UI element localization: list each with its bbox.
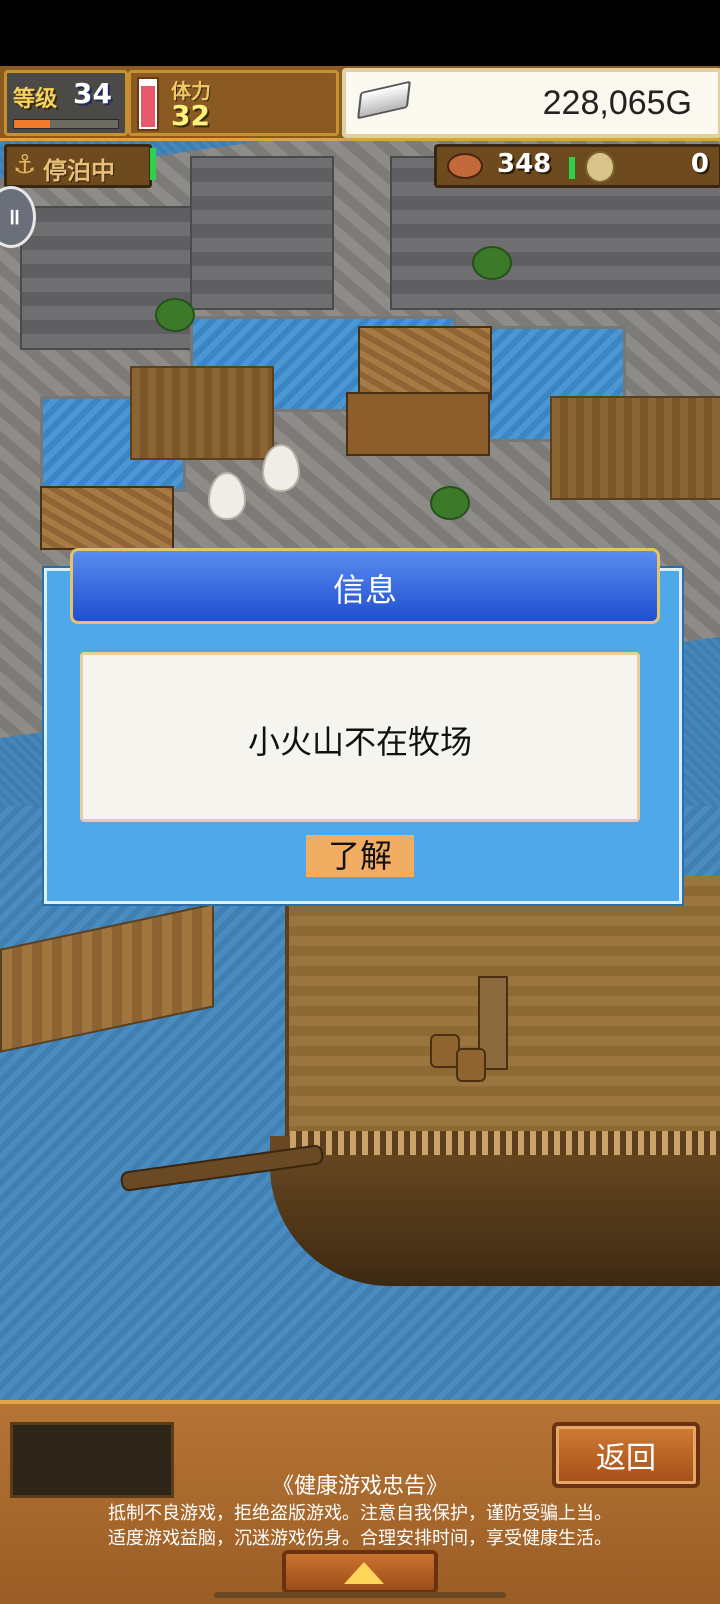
stamina-panel[interactable]: 体力 32 [128, 70, 339, 136]
silver-ingot-icon [357, 80, 411, 120]
dialog-message-box: 小火山不在牧场 [80, 652, 640, 822]
home-indicator [214, 1592, 506, 1598]
ship-rail [290, 1131, 720, 1155]
shop-building[interactable] [346, 392, 490, 456]
coin-icon [585, 151, 615, 183]
hut-roof [40, 486, 174, 550]
barrel [456, 1048, 486, 1082]
dialog-title-bar: 信息 [70, 548, 660, 624]
level-label: 等级 [13, 87, 58, 112]
health-notice-line: 适度游戏益脑，沉迷游戏伤身。合理安排时间，享受健康生活。 [108, 1528, 612, 1549]
bottom-panel: 返回 《健康游戏忠告》 抵制不良游戏，拒绝盗版游戏。注意自我保护，谨防受骗上当。… [0, 1400, 720, 1604]
mooring-status[interactable]: ⚓ 停泊中 [4, 144, 152, 188]
coin-count: 0 [690, 149, 709, 179]
dialog-message: 小火山不在牧场 [247, 723, 472, 761]
health-notice-title: 《健康游戏忠告》 [271, 1474, 448, 1499]
level-panel[interactable]: 等级 34 [4, 70, 128, 136]
anchor-icon: ⚓ [13, 150, 37, 180]
bush [155, 298, 195, 332]
ok-button[interactable]: 了解 [306, 835, 414, 877]
ship-hull [270, 1136, 720, 1286]
bush [430, 486, 470, 520]
resource-panel[interactable]: 348 0 [434, 144, 720, 188]
level-value: 34 [73, 77, 112, 110]
money-value: 228,065G [542, 84, 692, 122]
money-panel[interactable]: 228,065G [342, 68, 720, 138]
meat-icon [447, 153, 483, 179]
food-count: 348 [497, 149, 552, 179]
dialog-title: 信息 [332, 571, 397, 609]
mooring-label: 停泊中 [43, 157, 115, 185]
bush [472, 246, 512, 280]
wooden-deck [130, 366, 274, 460]
triangle-up-icon [344, 1562, 384, 1584]
health-notice-line: 抵制不良游戏，拒绝盗版游戏。注意自我保护，谨防受骗上当。 [108, 1503, 612, 1524]
level-progress-bar [13, 119, 119, 129]
stamina-gauge-fill [141, 85, 155, 127]
expand-menu-button[interactable] [282, 1550, 438, 1594]
pause-icon: ॥ [7, 205, 21, 230]
shop-roof [358, 326, 492, 400]
status-row: ⚓ 停泊中 348 0 [0, 142, 720, 188]
mooring-indicator [150, 148, 156, 180]
status-bar [0, 0, 720, 66]
food-indicator [569, 157, 575, 179]
level-progress-fill [14, 120, 51, 128]
stamina-value: 32 [171, 99, 210, 132]
stamina-gauge [137, 77, 159, 131]
wooden-deck [550, 396, 720, 500]
top-hud: 等级 34 体力 32 228,065G [0, 66, 720, 141]
